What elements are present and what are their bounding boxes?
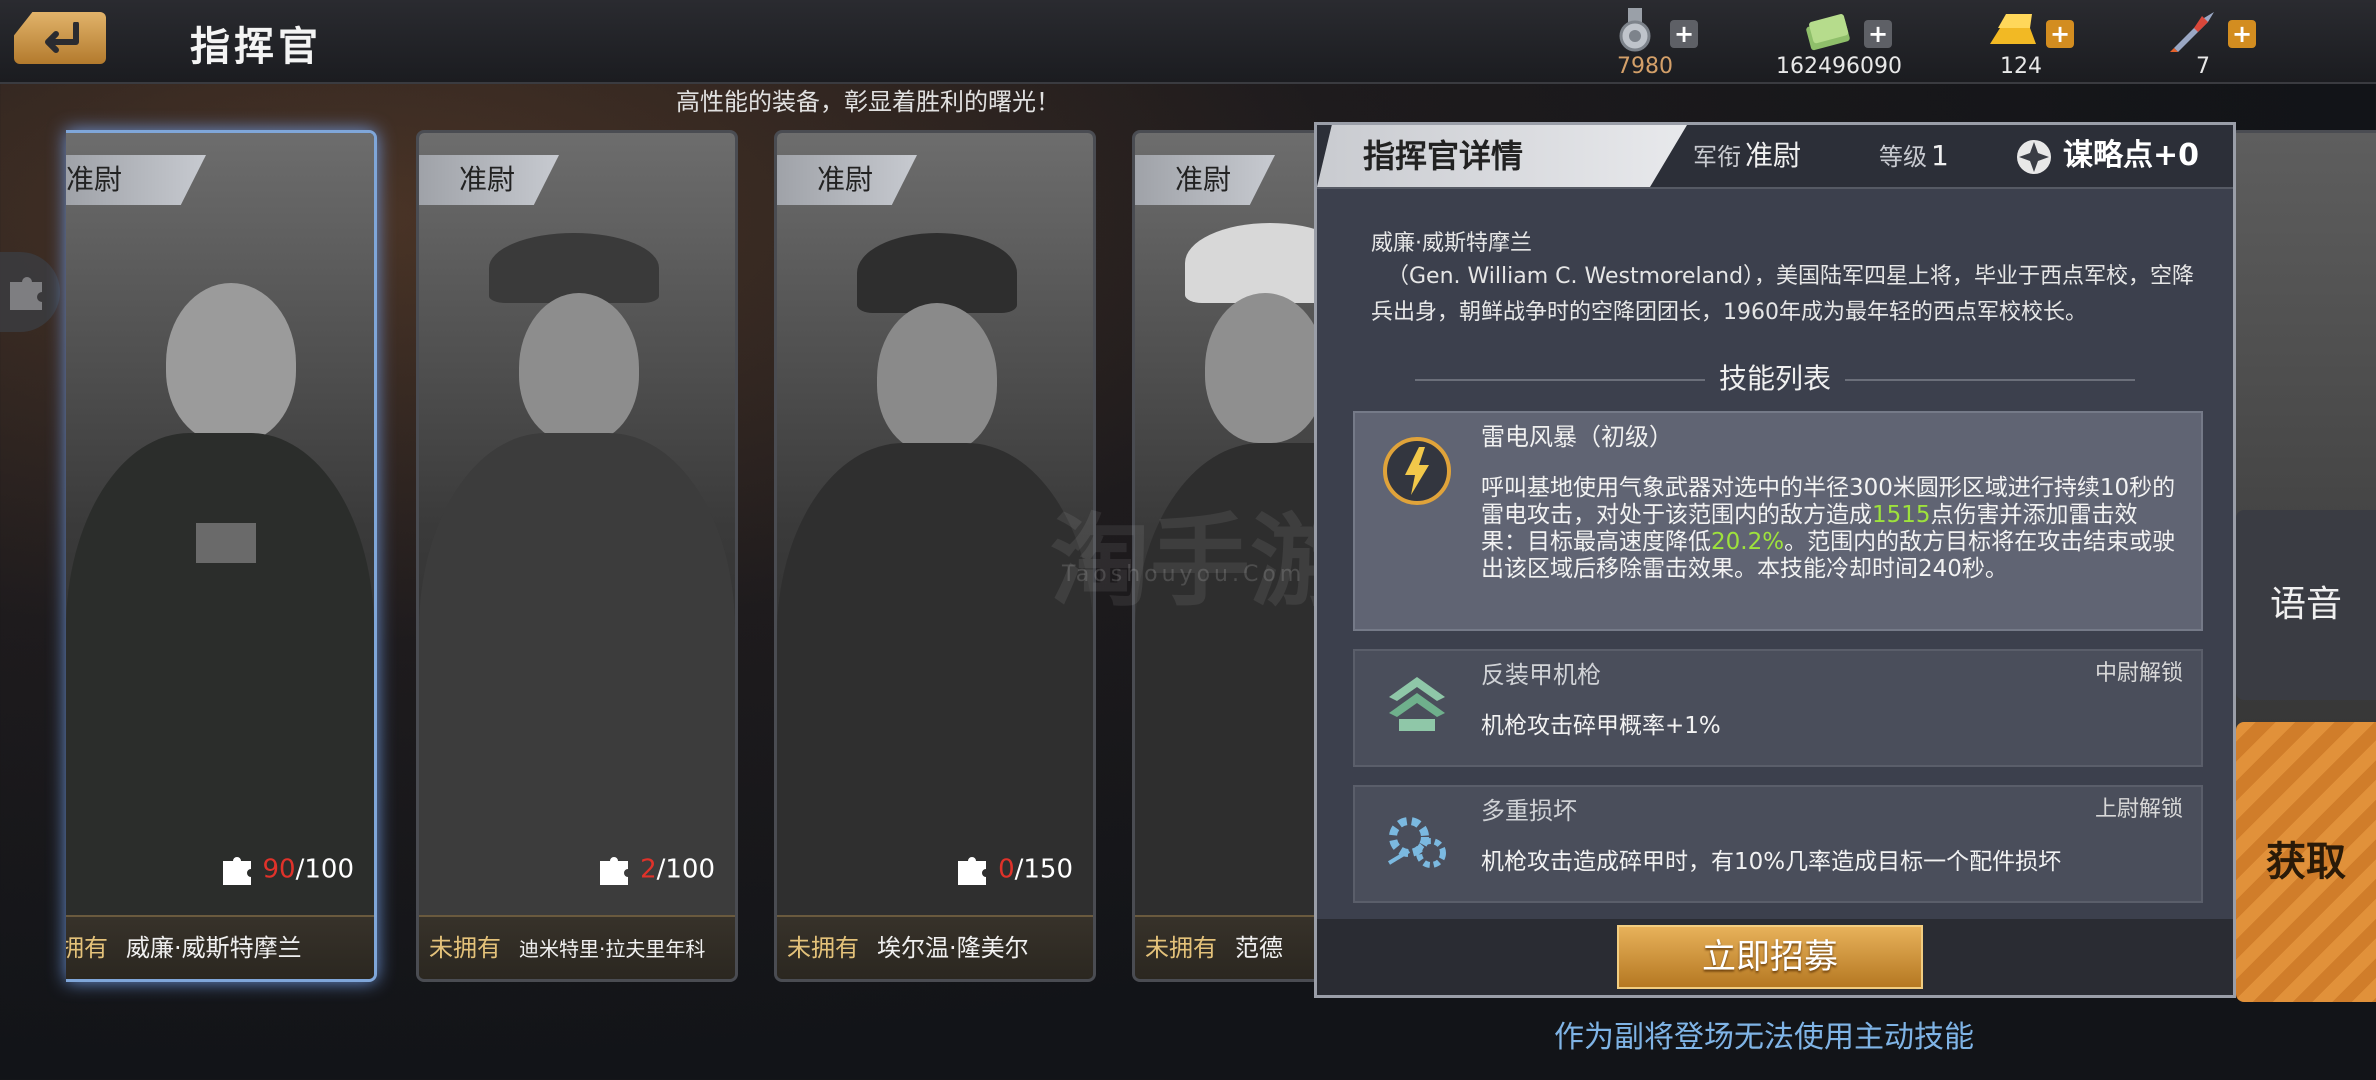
commander-portrait [777,133,1093,923]
rank-info: 军衔 准尉 [1693,139,1802,172]
recruit-bar: 立即招募 [1317,919,2233,995]
rocket-value: 7 [2196,54,2210,79]
fragment-count: 90/100 [221,853,354,887]
add-medal-button[interactable]: + [1670,20,1698,48]
commander-card-westmoreland[interactable]: 准尉 90/100 未拥有威廉·威斯特摩兰 [66,130,377,982]
skill-unlock-requirement: 中尉解锁 [2094,661,2183,686]
obtain-button[interactable]: 获取 [2236,722,2376,1002]
commander-namebar: 未拥有 迪米特里·拉夫里年科 [419,915,735,979]
skill-description: 呼叫基地使用气象武器对选中的半径300米圆形区域进行持续10秒的雷电攻击，对处于… [1481,475,2176,582]
puzzle-side-button[interactable] [0,252,60,332]
cash-icon [1806,14,1850,51]
fragment-count: 0/150 [956,853,1073,887]
skill-thunderstorm[interactable]: 雷电风暴（初级） 呼叫基地使用气象武器对选中的半径300米圆形区域进行持续10秒… [1353,411,2203,631]
skill-name: 雷电风暴（初级） [1481,423,1673,451]
level-info: 等级 1 [1879,139,1949,172]
commander-detail-panel: 指挥官详情 军衔 准尉 等级 1 谋略点+0 威廉·威斯特摩兰 （Gen. Will… [1314,122,2236,998]
medal-icon [1619,8,1651,52]
puzzle-piece-icon [222,857,251,885]
medal-value: 7980 [1617,54,1673,79]
ownership-status: 未拥有 [66,934,108,962]
commander-portrait [66,133,374,923]
puzzle-icon [10,277,42,310]
skill-description: 机枪攻击造成碎甲时，有10%几率造成目标一个配件损坏 [1481,849,2062,875]
gold-bar-icon [1990,14,2036,44]
gear-damage-icon [1387,817,1446,868]
panel-title: 指挥官详情 [1317,125,1687,187]
resource-cash: + 162496090 [1764,8,1914,79]
top-bar: 指挥官 + 7980 + 162496090 + 124 + 7 [0,0,2376,84]
commander-portrait [419,133,735,923]
watermark-sub: Taoshouyou.Com [1062,562,1306,587]
commander-name: 埃尔温·隆美尔 [877,934,1029,962]
add-cash-button[interactable]: + [1864,20,1892,48]
skill-anti-armor-mg[interactable]: 反装甲机枪 中尉解锁 机枪攻击碎甲概率+1% [1353,649,2203,767]
banner-slogan: 高性能的装备，彰显着胜利的曙光！ [676,88,1060,116]
strategy-points: 谋略点+0 [2015,125,2199,187]
divider [1414,379,1705,381]
ownership-status: 未拥有 [429,934,501,962]
skill-description: 机枪攻击碎甲概率+1% [1481,713,1721,739]
compass-star-icon [2017,139,2051,174]
add-rocket-button[interactable]: + [2228,20,2256,48]
add-gold-button[interactable]: + [2046,20,2074,48]
commander-name: 迪米特里·拉夫里年科 [519,937,706,961]
resource-rocket: + 7 [2128,8,2278,79]
bio-name: 威廉·威斯特摩兰 [1371,231,1532,256]
gold-value: 124 [2000,54,2042,79]
puzzle-piece-icon [600,857,629,885]
divider [1845,379,2135,381]
puzzle-piece-icon [958,857,987,885]
commander-card-lavrinenko[interactable]: 准尉 2/100 未拥有 迪米特里·拉夫里年科 [416,130,738,982]
bio-text: （Gen. William C. Westmoreland），美国陆军四星上将，… [1371,264,2195,325]
page-title: 指挥官 [190,24,322,70]
armor-piercing-icon [1389,677,1445,731]
ownership-status: 未拥有 [787,934,859,962]
recruit-now-button[interactable]: 立即招募 [1617,925,1923,989]
skill-unlock-requirement: 上尉解锁 [2094,797,2183,822]
skill-name: 多重损坏 [1481,797,1577,825]
commander-name: 威廉·威斯特摩兰 [126,934,302,962]
ownership-status: 未拥有 [1145,934,1217,962]
skill-multi-damage[interactable]: 多重损坏 上尉解锁 机枪攻击造成碎甲时，有10%几率造成目标一个配件损坏 [1353,785,2203,903]
voice-button[interactable]: 语音 [2236,510,2376,700]
resource-medal: + 7980 [1570,8,1720,79]
lightning-storm-icon [1383,437,1451,505]
skill-name: 反装甲机枪 [1481,661,1601,689]
watermark: 淘手游 [1050,503,1350,620]
rocket-icon [2170,12,2214,52]
commander-namebar: 未拥有威廉·威斯特摩兰 [66,915,374,979]
commander-name: 范德 [1235,934,1283,962]
deputy-note: 作为副将登场无法使用主动技能 [1554,1020,1974,1055]
commander-namebar: 未拥有 埃尔温·隆美尔 [777,915,1093,979]
panel-header: 指挥官详情 军衔 准尉 等级 1 谋略点+0 [1317,125,2233,189]
cash-value: 162496090 [1776,54,1902,79]
back-arrow-icon [45,22,79,53]
fragment-count: 2/100 [598,853,715,887]
commander-card-rommel[interactable]: 准尉 0/150 未拥有 埃尔温·隆美尔 [774,130,1096,982]
skill-list-header: 技能列表 [1317,357,2233,397]
resource-gold: + 124 [1946,8,2096,79]
back-button[interactable] [14,12,106,64]
